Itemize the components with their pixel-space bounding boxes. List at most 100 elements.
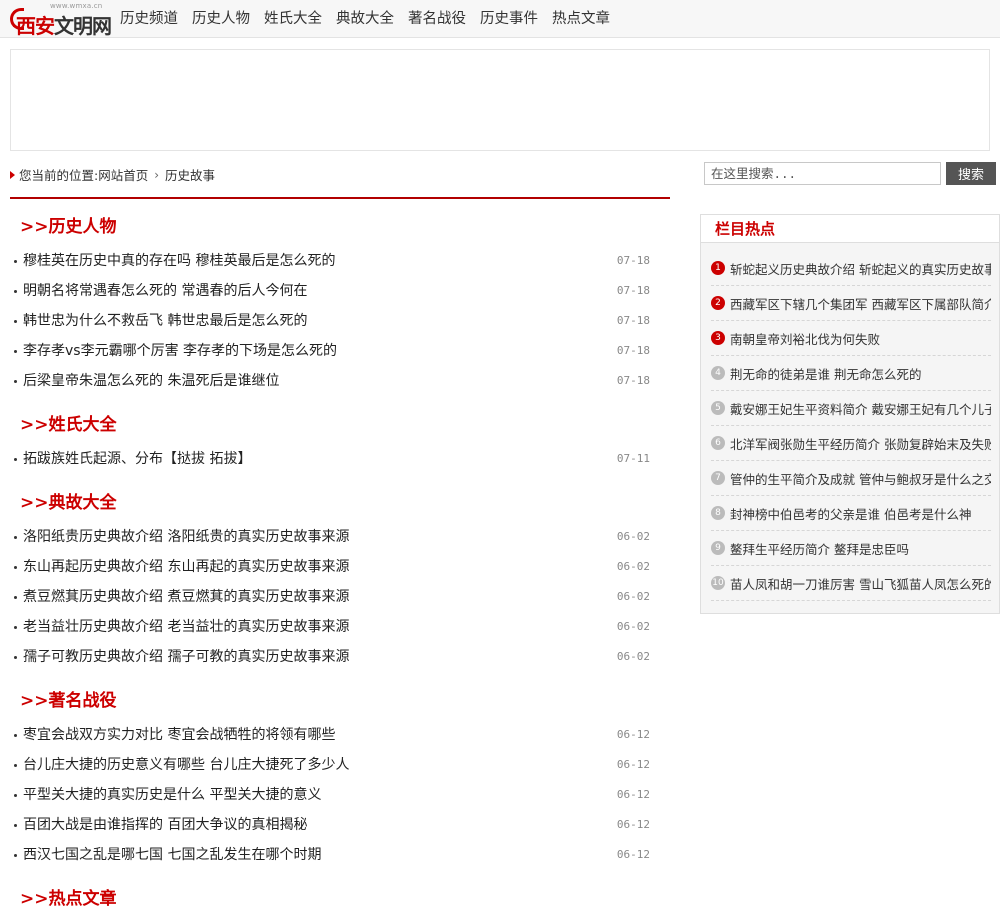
list-item: 穆桂英在历史中真的存在吗 穆桂英最后是怎么死的 07-18	[14, 246, 650, 276]
article-link[interactable]: 韩世忠为什么不救岳飞 韩世忠最后是怎么死的	[23, 313, 307, 329]
hot-list-item: 9 鳌拜生平经历简介 鳌拜是忠臣吗	[711, 531, 991, 566]
breadcrumb-bar: 您当前的位置: 网站首页 › 历史故事	[10, 161, 670, 199]
article-link[interactable]: 枣宜会战双方实力对比 枣宜会战牺牲的将领有哪些	[23, 727, 335, 743]
article-link[interactable]: 后梁皇帝朱温怎么死的 朱温死后是谁继位	[23, 373, 279, 389]
hot-article-link[interactable]: 北洋军阀张勋生平经历简介 张勋复辟始末及失败	[730, 434, 991, 453]
list-item: 百团大战是由谁指挥的 百团大争议的真相揭秘 06-12	[14, 810, 650, 840]
hot-article-link[interactable]: 管仲的生平简介及成就 管仲与鲍叔牙是什么之交	[730, 469, 991, 488]
site-logo[interactable]: www.wmxa.cn 西安文明网	[10, 2, 112, 38]
article-date: 07-18	[616, 344, 650, 357]
section-title-figures[interactable]: >>历史人物	[20, 212, 117, 237]
rank-badge: 1	[711, 261, 725, 275]
article-link[interactable]: 穆桂英在历史中真的存在吗 穆桂英最后是怎么死的	[23, 253, 335, 269]
search-input[interactable]	[704, 162, 941, 185]
list-item: 明朝名将常遇春怎么死的 常遇春的后人今何在 07-18	[14, 276, 650, 306]
article-link[interactable]: 老当益壮历史典故介绍 老当益壮的真实历史故事来源	[23, 619, 349, 635]
breadcrumb-current-link[interactable]: 历史故事	[165, 165, 215, 184]
article-link[interactable]: 平型关大捷的真实历史是什么 平型关大捷的意义	[23, 787, 321, 803]
hot-article-link[interactable]: 封神榜中伯邑考的父亲是谁 伯邑考是什么神	[730, 504, 971, 523]
top-navigation-bar: www.wmxa.cn 西安文明网 历史频道 历史人物 姓氏大全 典故大全 著名…	[0, 0, 1000, 38]
section-title-allusions[interactable]: >>典故大全	[20, 488, 117, 513]
search-form: 搜索	[704, 162, 996, 185]
hot-list-item: 7 管仲的生平简介及成就 管仲与鲍叔牙是什么之交	[711, 461, 991, 496]
rank-badge: 10	[711, 576, 725, 590]
hot-article-link[interactable]: 西藏军区下辖几个集团军 西藏军区下属部队简介	[730, 294, 991, 313]
chevron-right-icon: ›	[154, 167, 160, 182]
article-date: 06-02	[616, 560, 650, 573]
article-date: 06-12	[616, 818, 650, 831]
section-title-hot-articles[interactable]: >>热点文章	[20, 884, 117, 909]
nav-historical-figures[interactable]: 历史人物	[192, 0, 257, 38]
breadcrumb-arrow-icon	[10, 170, 15, 179]
hot-list-item: 2 西藏军区下辖几个集团军 西藏军区下属部队简介	[711, 286, 991, 321]
article-link[interactable]: 李存孝vs李元霸哪个厉害 李存孝的下场是怎么死的	[23, 343, 337, 359]
rank-badge: 9	[711, 541, 725, 555]
article-date: 06-12	[616, 758, 650, 771]
list-item: 洛阳纸贵历史典故介绍 洛阳纸贵的真实历史故事来源 06-02	[14, 522, 650, 552]
nav-surnames[interactable]: 姓氏大全	[264, 0, 329, 38]
article-date: 06-12	[616, 728, 650, 741]
article-link[interactable]: 孺子可教历史典故介绍 孺子可教的真实历史故事来源	[23, 649, 349, 665]
hot-article-link[interactable]: 荆无命的徒弟是谁 荆无命怎么死的	[730, 364, 921, 383]
breadcrumb-home-link[interactable]: 网站首页	[98, 165, 148, 184]
article-date: 07-18	[616, 254, 650, 267]
rank-badge: 4	[711, 366, 725, 380]
nav-history-channel[interactable]: 历史频道	[120, 0, 185, 38]
nav-historical-events[interactable]: 历史事件	[480, 0, 545, 38]
article-date: 07-11	[616, 452, 650, 465]
ad-banner-area	[10, 49, 990, 151]
main-nav: 历史频道 历史人物 姓氏大全 典故大全 著名战役 历史事件 热点文章	[120, 0, 624, 38]
breadcrumb: 您当前的位置: 网站首页 › 历史故事	[10, 165, 215, 184]
article-link[interactable]: 煮豆燃萁历史典故介绍 煮豆燃萁的真实历史故事来源	[23, 589, 349, 605]
hot-list-item: 8 封神榜中伯邑考的父亲是谁 伯邑考是什么神	[711, 496, 991, 531]
logo-url-text: www.wmxa.cn	[50, 2, 103, 10]
list-item: 枣宜会战双方实力对比 枣宜会战牺牲的将领有哪些 06-12	[14, 720, 650, 750]
article-date: 07-18	[616, 374, 650, 387]
list-item: 平型关大捷的真实历史是什么 平型关大捷的意义 06-12	[14, 780, 650, 810]
article-link[interactable]: 西汉七国之乱是哪七国 七国之乱发生在哪个时期	[23, 847, 321, 863]
article-date: 06-12	[616, 788, 650, 801]
article-date: 06-02	[616, 530, 650, 543]
hot-list-item: 6 北洋军阀张勋生平经历简介 张勋复辟始末及失败	[711, 426, 991, 461]
sidebar-hot-panel: 栏目热点 1 斩蛇起义历史典故介绍 斩蛇起义的真实历史故事 2 西藏军区下辖几个集团…	[700, 214, 1000, 614]
hot-list-item: 4 荆无命的徒弟是谁 荆无命怎么死的	[711, 356, 991, 391]
article-link[interactable]: 东山再起历史典故介绍 东山再起的真实历史故事来源	[23, 559, 349, 575]
list-item: 台儿庄大捷的历史意义有哪些 台儿庄大捷死了多少人 06-12	[14, 750, 650, 780]
hot-article-link[interactable]: 南朝皇帝刘裕北伐为何失败	[730, 329, 880, 348]
list-item: 老当益壮历史典故介绍 老当益壮的真实历史故事来源 06-02	[14, 612, 650, 642]
hot-article-link[interactable]: 苗人凤和胡一刀谁厉害 雪山飞狐苗人凤怎么死的	[730, 574, 991, 593]
hot-list-item: 5 戴安娜王妃生平资料简介 戴安娜王妃有几个儿子	[711, 391, 991, 426]
nav-hot-articles[interactable]: 热点文章	[552, 0, 617, 38]
article-date: 06-02	[616, 650, 650, 663]
rank-badge: 2	[711, 296, 725, 310]
list-item: 韩世忠为什么不救岳飞 韩世忠最后是怎么死的 07-18	[14, 306, 650, 336]
rank-badge: 6	[711, 436, 725, 450]
hot-article-link[interactable]: 鳌拜生平经历简介 鳌拜是忠臣吗	[730, 539, 909, 558]
hot-list-item: 10 苗人凤和胡一刀谁厉害 雪山飞狐苗人凤怎么死的	[711, 566, 991, 601]
article-link[interactable]: 百团大战是由谁指挥的 百团大争议的真相揭秘	[23, 817, 307, 833]
search-button[interactable]: 搜索	[946, 162, 996, 185]
nav-famous-battles[interactable]: 著名战役	[408, 0, 473, 38]
article-link[interactable]: 明朝名将常遇春怎么死的 常遇春的后人今何在	[23, 283, 307, 299]
breadcrumb-prefix: 您当前的位置:	[19, 168, 99, 183]
section-title-battles[interactable]: >>著名战役	[20, 686, 117, 711]
list-item: 拓跋族姓氏起源、分布【挞拔 拓拔】 07-11	[14, 444, 650, 474]
rank-badge: 3	[711, 331, 725, 345]
list-item: 孺子可教历史典故介绍 孺子可教的真实历史故事来源 06-02	[14, 642, 650, 672]
hot-article-link[interactable]: 戴安娜王妃生平资料简介 戴安娜王妃有几个儿子	[730, 399, 991, 418]
rank-badge: 5	[711, 401, 725, 415]
article-date: 07-18	[616, 284, 650, 297]
sidebar-header: 栏目热点	[701, 215, 999, 243]
list-item: 煮豆燃萁历史典故介绍 煮豆燃萁的真实历史故事来源 06-02	[14, 582, 650, 612]
article-link[interactable]: 拓跋族姓氏起源、分布【挞拔 拓拔】	[23, 451, 251, 467]
article-date: 07-18	[616, 314, 650, 327]
rank-badge: 7	[711, 471, 725, 485]
sidebar-title: 栏目热点	[715, 220, 776, 238]
article-link[interactable]: 台儿庄大捷的历史意义有哪些 台儿庄大捷死了多少人	[23, 757, 349, 773]
nav-allusions[interactable]: 典故大全	[336, 0, 401, 38]
hot-article-link[interactable]: 斩蛇起义历史典故介绍 斩蛇起义的真实历史故事	[730, 259, 991, 278]
section-title-surnames[interactable]: >>姓氏大全	[20, 410, 117, 435]
article-link[interactable]: 洛阳纸贵历史典故介绍 洛阳纸贵的真实历史故事来源	[23, 529, 349, 545]
list-item: 后梁皇帝朱温怎么死的 朱温死后是谁继位 07-18	[14, 366, 650, 396]
list-item: 西汉七国之乱是哪七国 七国之乱发生在哪个时期 06-12	[14, 840, 650, 870]
